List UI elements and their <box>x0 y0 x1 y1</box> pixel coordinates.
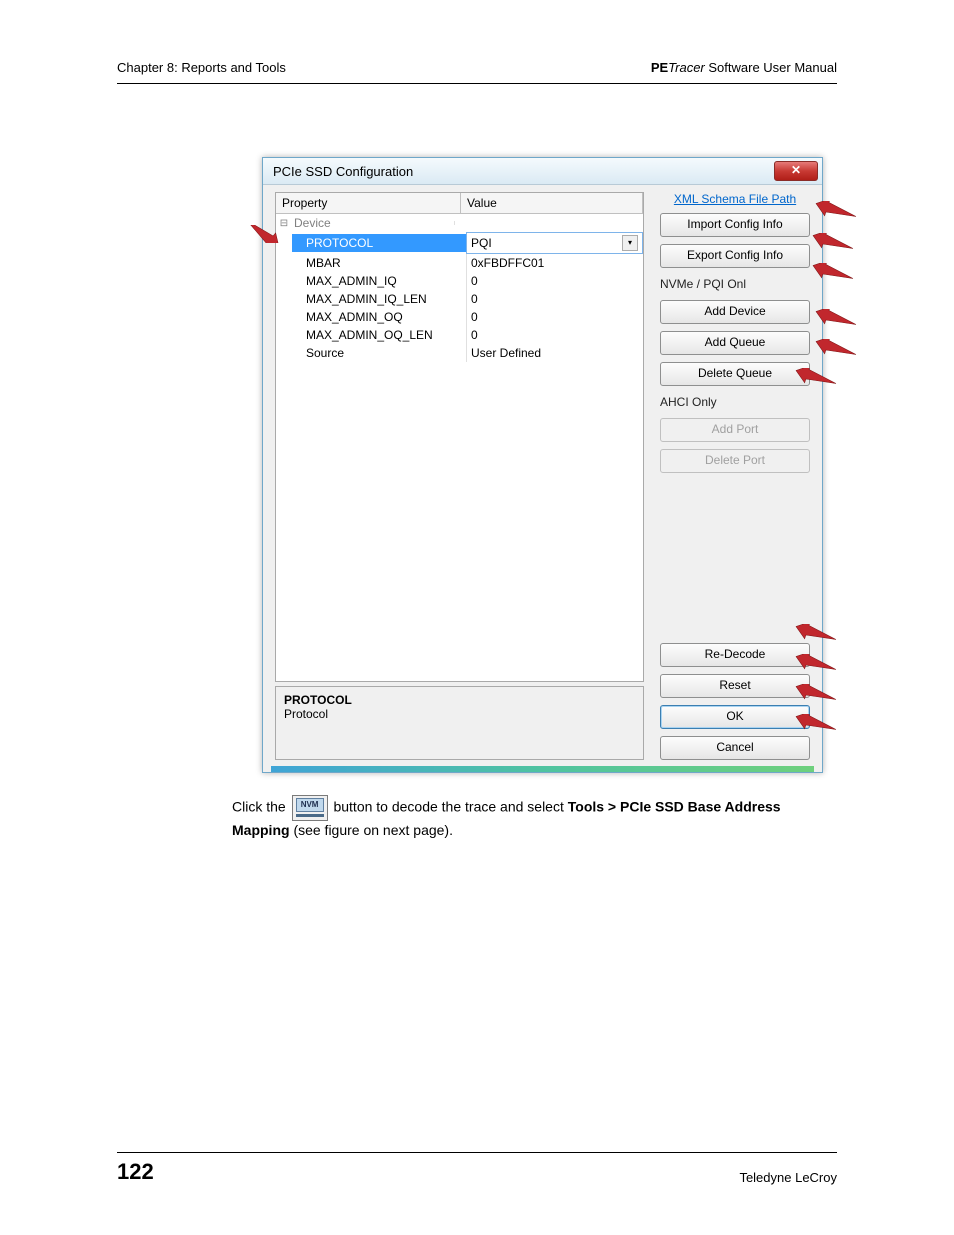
prop-name: MBAR <box>292 254 466 272</box>
page-footer: 122 Teledyne LeCroy <box>117 1152 837 1185</box>
header-right: PETracer Software User Manual <box>651 60 837 75</box>
footer-company: Teledyne LeCroy <box>739 1170 837 1185</box>
desc-text: Protocol <box>284 707 635 721</box>
prop-name: MAX_ADMIN_IQ <box>292 272 466 290</box>
col-property: Property <box>276 193 461 213</box>
button-column: XML Schema File Path Import Config Info … <box>656 188 814 764</box>
dialog-bottom-accent <box>271 766 814 772</box>
prop-name: MAX_ADMIN_IQ_LEN <box>292 290 466 308</box>
property-column: Property Value ⊟ Device PROTOCOLPQI▾MBAR… <box>271 188 648 764</box>
re-decode-button[interactable]: Re-Decode <box>660 643 810 667</box>
instruction-text: Click the NVM button to decode the trace… <box>232 795 837 841</box>
export-config-button[interactable]: Export Config Info <box>660 244 810 268</box>
cancel-button[interactable]: Cancel <box>660 736 810 760</box>
add-device-button[interactable]: Add Device <box>660 300 810 324</box>
prop-name: Source <box>292 344 466 362</box>
prop-value[interactable]: 0xFBDFFC01 <box>466 254 643 272</box>
prop-value[interactable]: PQI▾ <box>466 232 643 254</box>
col-value: Value <box>461 193 643 213</box>
prop-name: MAX_ADMIN_OQ <box>292 308 466 326</box>
prop-value[interactable]: User Defined <box>466 344 643 362</box>
description-panel: PROTOCOL Protocol <box>275 686 644 760</box>
reset-button[interactable]: Reset <box>660 674 810 698</box>
import-config-button[interactable]: Import Config Info <box>660 213 810 237</box>
add-queue-button[interactable]: Add Queue <box>660 331 810 355</box>
prop-name: MAX_ADMIN_OQ_LEN <box>292 326 466 344</box>
close-icon: ✕ <box>791 163 801 177</box>
property-row[interactable]: MAX_ADMIN_OQ_LEN0 <box>276 326 643 344</box>
desc-name: PROTOCOL <box>284 693 635 707</box>
property-row[interactable]: MAX_ADMIN_OQ0 <box>276 308 643 326</box>
chevron-down-icon[interactable]: ▾ <box>622 235 638 251</box>
xml-schema-link[interactable]: XML Schema File Path <box>660 192 810 206</box>
dialog-title: PCIe SSD Configuration <box>273 164 413 179</box>
page-header: Chapter 8: Reports and Tools PETracer So… <box>117 60 837 84</box>
close-button[interactable]: ✕ <box>774 161 818 181</box>
dialog-body: Property Value ⊟ Device PROTOCOLPQI▾MBAR… <box>271 188 814 764</box>
ok-button[interactable]: OK <box>660 705 810 729</box>
property-row[interactable]: MBAR0xFBDFFC01 <box>276 254 643 272</box>
property-row[interactable]: MAX_ADMIN_IQ_LEN0 <box>276 290 643 308</box>
delete-port-button: Delete Port <box>660 449 810 473</box>
page-number: 122 <box>117 1159 154 1185</box>
pcie-ssd-config-dialog: PCIe SSD Configuration ✕ Property Value … <box>262 157 823 773</box>
prop-value[interactable]: 0 <box>466 326 643 344</box>
grid-header: Property Value <box>276 193 643 214</box>
prop-name: PROTOCOL <box>292 234 466 252</box>
property-row[interactable]: SourceUser Defined <box>276 344 643 362</box>
dialog-titlebar: PCIe SSD Configuration ✕ <box>263 158 822 185</box>
header-left: Chapter 8: Reports and Tools <box>117 60 286 75</box>
delete-queue-button[interactable]: Delete Queue <box>660 362 810 386</box>
prop-value[interactable]: 0 <box>466 272 643 290</box>
prop-value[interactable]: 0 <box>466 308 643 326</box>
nvm-toolbar-icon: NVM <box>292 795 328 821</box>
property-grid[interactable]: Property Value ⊟ Device PROTOCOLPQI▾MBAR… <box>275 192 644 682</box>
property-row[interactable]: MAX_ADMIN_IQ0 <box>276 272 643 290</box>
grid-category-device[interactable]: ⊟ Device <box>276 214 643 232</box>
ahci-section-label: AHCI Only <box>660 393 810 411</box>
property-row[interactable]: PROTOCOLPQI▾ <box>276 232 643 254</box>
category-label: Device <box>292 214 454 232</box>
collapse-icon[interactable]: ⊟ <box>276 218 292 229</box>
add-port-button: Add Port <box>660 418 810 442</box>
prop-value[interactable]: 0 <box>466 290 643 308</box>
nvme-section-label: NVMe / PQI Onl <box>660 275 810 293</box>
